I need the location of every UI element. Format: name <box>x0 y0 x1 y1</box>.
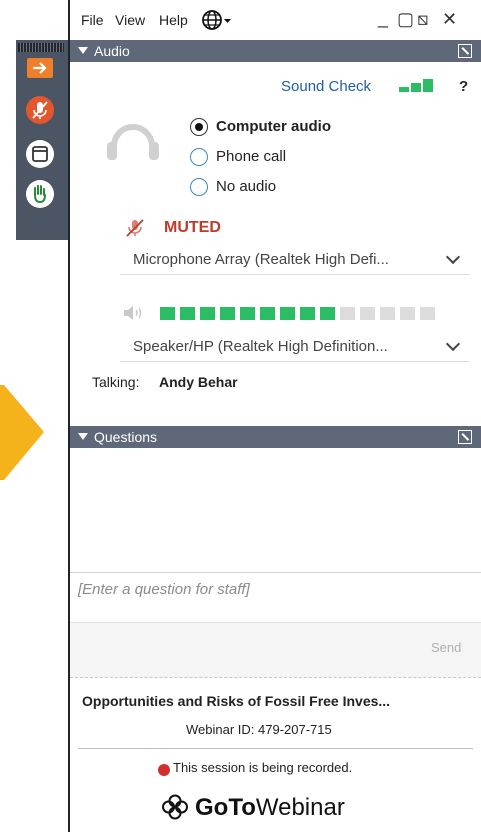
side-toolbar <box>16 40 68 240</box>
question-input[interactable]: [Enter a question for staff] <box>78 581 250 598</box>
collapse-triangle-icon[interactable] <box>78 47 88 54</box>
speaker-select-value: Speaker/HP (Realtek High Definition... <box>133 338 388 355</box>
menu-file[interactable]: File <box>81 12 104 28</box>
menu-bar: File View Help _ ▢ ⧅ ✕ <box>70 0 481 38</box>
meter-block <box>180 307 195 320</box>
questions-panel-header[interactable]: Questions <box>70 426 481 448</box>
questions-panel-title: Questions <box>94 429 158 445</box>
collapse-panel-button[interactable] <box>27 58 53 78</box>
meter-block <box>220 307 235 320</box>
webinar-title: Opportunities and Risks of Fossil Free I… <box>82 693 391 709</box>
audio-panel-title: Audio <box>94 43 130 59</box>
chevron-down-icon <box>445 249 461 265</box>
speaker-select[interactable]: Speaker/HP (Realtek High Definition... <box>120 333 470 362</box>
webinar-control-panel: File View Help _ ▢ ⧅ ✕ Audio Sound Check… <box>70 0 481 832</box>
menu-view[interactable]: View <box>115 12 145 28</box>
meter-block <box>160 307 175 320</box>
webinar-id: Webinar ID: 479-207-715 <box>186 722 332 737</box>
meter-block <box>240 307 255 320</box>
meter-block <box>320 307 335 320</box>
globe-icon <box>202 10 231 30</box>
popout-panel-icon[interactable] <box>458 44 472 58</box>
talking-label: Talking: <box>92 374 140 390</box>
meter-block <box>400 307 415 320</box>
audio-panel-header[interactable]: Audio <box>70 40 481 62</box>
meter-block <box>380 307 395 320</box>
radio-no-audio[interactable] <box>190 178 208 196</box>
meter-block <box>200 307 215 320</box>
gotowebinar-logo-icon <box>162 794 188 820</box>
talking-name: Andy Behar <box>159 374 238 390</box>
microphone-select-value: Microphone Array (Realtek High Defi... <box>133 251 389 268</box>
language-button[interactable] <box>201 9 233 36</box>
radio-computer-audio[interactable] <box>190 118 208 136</box>
microphone-muted-icon[interactable] <box>124 218 146 238</box>
toolbar-grip[interactable] <box>18 43 64 52</box>
meter-block <box>260 307 275 320</box>
headset-icon <box>107 124 159 160</box>
meter-block <box>420 307 435 320</box>
option-phone-call-label: Phone call <box>216 148 287 165</box>
callout-arrow-shape <box>0 385 44 480</box>
restore-button[interactable]: ▢ <box>397 9 414 30</box>
collapse-triangle-icon[interactable] <box>78 433 88 440</box>
microphone-toggle-button[interactable] <box>26 96 54 124</box>
gotowebinar-logo-text: GoToWebinar <box>195 794 345 821</box>
meter-block <box>360 307 375 320</box>
sound-check-link[interactable]: Sound Check <box>281 78 371 95</box>
microphone-select[interactable]: Microphone Array (Realtek High Defi... <box>120 246 470 275</box>
minimize-button[interactable]: _ <box>378 8 388 29</box>
send-button[interactable]: Send <box>431 640 473 662</box>
microphone-muted-icon <box>32 101 48 119</box>
muted-status: MUTED <box>164 219 221 236</box>
menu-help[interactable]: Help <box>159 12 188 28</box>
show-panel-button[interactable] <box>26 140 54 168</box>
divider <box>70 572 481 573</box>
popout-button[interactable]: ⧅ <box>417 9 428 30</box>
recording-notice: This session is being recorded. <box>173 760 353 775</box>
radio-phone-call[interactable] <box>190 148 208 166</box>
speaker-volume-icon <box>124 306 142 320</box>
chevron-down-icon <box>445 336 461 352</box>
meter-block <box>280 307 295 320</box>
meter-block <box>340 307 355 320</box>
close-button[interactable]: ✕ <box>442 9 457 30</box>
questions-log[interactable] <box>70 448 481 572</box>
recording-dot-icon <box>158 764 170 776</box>
window-icon <box>32 146 48 162</box>
help-icon[interactable]: ? <box>459 78 468 95</box>
raise-hand-icon <box>34 185 46 204</box>
meter-block <box>300 307 315 320</box>
option-no-audio-label: No audio <box>216 178 277 195</box>
popout-panel-icon[interactable] <box>458 430 472 444</box>
divider <box>78 748 473 749</box>
arrow-right-icon <box>33 62 47 74</box>
option-computer-audio-label: Computer audio <box>216 118 331 135</box>
signal-strength-icon <box>399 79 433 92</box>
raise-hand-button[interactable] <box>26 180 54 208</box>
question-compose-area[interactable] <box>70 622 481 678</box>
